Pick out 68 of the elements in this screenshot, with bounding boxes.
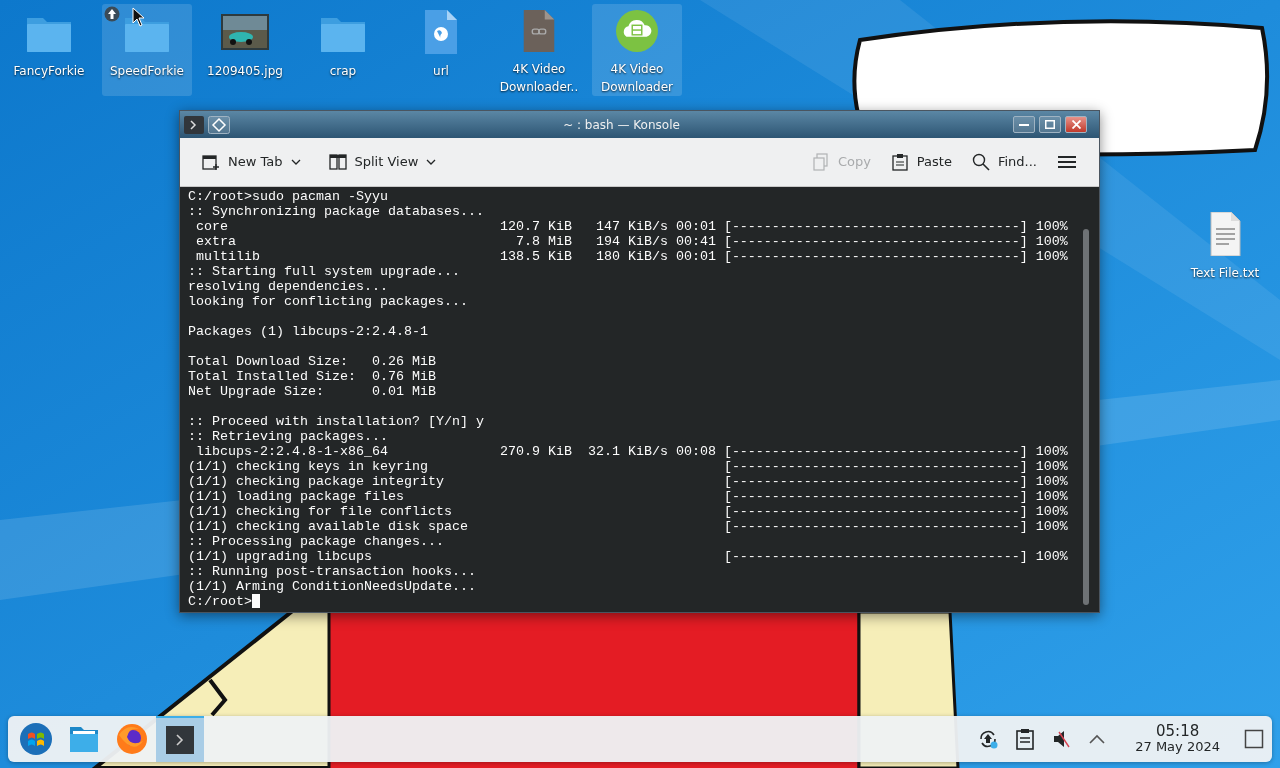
- terminal-line: :: Proceed with installation? [Y/n] y: [188, 414, 485, 429]
- close-icon: [1071, 120, 1081, 129]
- terminal-line: Net Upgrade Size: 0.01 MiB: [188, 384, 437, 399]
- terminal-line: resolving dependencies...: [188, 279, 389, 294]
- folder-icon: [69, 725, 99, 753]
- new-tab-icon: [202, 153, 220, 171]
- muted-speaker-icon[interactable]: [1051, 728, 1072, 750]
- terminal-line: :: Retrieving packages...: [188, 429, 389, 444]
- split-view-icon: [328, 153, 347, 171]
- terminal-line: Packages (1) libcups-2:2.4.8-1: [188, 324, 429, 339]
- browser-icon: [116, 723, 148, 755]
- icon-label[interactable]: 4K Video Downloader..: [494, 60, 584, 96]
- icon-label[interactable]: FancyForkie: [13, 62, 85, 80]
- terminal-line: :: Synchronizing package databases...: [188, 204, 485, 219]
- taskbar-button[interactable]: [156, 716, 204, 762]
- find-button[interactable]: Find...: [965, 148, 1043, 176]
- maximize-icon: [1045, 120, 1055, 129]
- update-icon[interactable]: [977, 728, 1000, 750]
- terminal-line: (1/1) Arming ConditionNeedsUpdate...: [188, 579, 477, 594]
- terminal-prompt: C:/root>: [188, 594, 252, 609]
- terminal-line: looking for conflicting packages...: [188, 294, 469, 309]
- terminal-line: core 120.7 KiB 147 KiB/s 00:01 [------------------------------------] 100%: [195, 219, 1069, 234]
- terminal-line: multilib 138.5 KiB 180 KiB/s 00:01 [------------------------------------] 100%: [195, 249, 1069, 264]
- terminal-line: :: Starting full system upgrade...: [188, 264, 461, 279]
- selection-highlight[interactable]: SpeedForkie: [102, 4, 192, 96]
- icon-label[interactable]: SpeedForkie: [109, 62, 184, 80]
- icon-label[interactable]: url: [433, 62, 449, 80]
- terminal-line: (1/1) loading package files [------------------------------------] 100%: [188, 489, 1069, 504]
- terminal-line: (1/1) checking package integrity [------------------------------------] 100%: [188, 474, 1069, 489]
- cloud-download-icon[interactable]: [613, 10, 661, 52]
- icon-label[interactable]: 4K Video Downloader: [592, 60, 682, 96]
- minimize-button[interactable]: [1013, 116, 1035, 133]
- clipboard-icon[interactable]: [1015, 728, 1036, 750]
- paste-button[interactable]: Paste: [884, 148, 958, 176]
- terminal-line: (1/1) checking for file conflicts [------------------------------------] 100%: [188, 504, 1069, 519]
- terminal-line: libcups-2:2.4.8-1-x86_64 270.9 KiB 32.1 KiB/s 00:08 [------------------------------------] 100%: [195, 444, 1069, 459]
- pin-icon[interactable]: [208, 115, 230, 134]
- maximize-button[interactable]: [1039, 116, 1061, 133]
- mouse-pointer-icon: [132, 7, 146, 27]
- terminal-line: (1/1) upgrading libcups [------------------------------------] 100%: [188, 549, 1069, 564]
- terminal-line: Total Installed Size: 0.76 MiB: [188, 369, 437, 384]
- terminal-line: :: Running post-transaction hooks...: [188, 564, 477, 579]
- icon-label[interactable]: crap: [329, 62, 357, 80]
- clock-date[interactable]: 27 May 2024: [1135, 739, 1220, 754]
- copy-icon: [811, 153, 830, 171]
- clock-time[interactable]: 05:18: [1135, 724, 1220, 739]
- icon-label[interactable]: Text File.txt: [1190, 264, 1260, 282]
- terminal-line: (1/1) checking keys in keyring [------------------------------------] 100%: [188, 459, 1069, 474]
- terminal-line: :: Processing package changes...: [188, 534, 445, 549]
- search-icon: [971, 153, 990, 171]
- new-tab-button[interactable]: New Tab: [196, 148, 307, 176]
- start-menu-icon: [19, 722, 53, 756]
- menu-icon: [1057, 153, 1077, 171]
- close-button[interactable]: [1065, 116, 1087, 133]
- icon-label[interactable]: 1209405.jpg: [207, 62, 283, 80]
- terminal-icon: [166, 726, 194, 754]
- minimize-icon: [1019, 123, 1029, 126]
- scrollbar[interactable]: [1083, 229, 1089, 605]
- window-title: ~ : bash — Konsole: [562, 116, 681, 134]
- terminal-app-icon[interactable]: [184, 115, 204, 134]
- terminal-line: (1/1) checking available disk space [------------------------------------] 100%: [188, 519, 1069, 534]
- paste-icon: [890, 153, 909, 171]
- terminal-line: Total Download Size: 0.26 MiB: [188, 354, 437, 369]
- terminal-line: C:/root>sudo pacman -Syyu: [188, 189, 389, 204]
- split-view-button[interactable]: Split View: [322, 148, 443, 176]
- show-desktop-button[interactable]: [1244, 729, 1264, 749]
- terminal-line: extra 7.8 MiB 194 KiB/s 00:41 [------------------------------------] 100%: [195, 234, 1069, 249]
- selection-highlight[interactable]: 4K Video Downloader: [592, 4, 682, 96]
